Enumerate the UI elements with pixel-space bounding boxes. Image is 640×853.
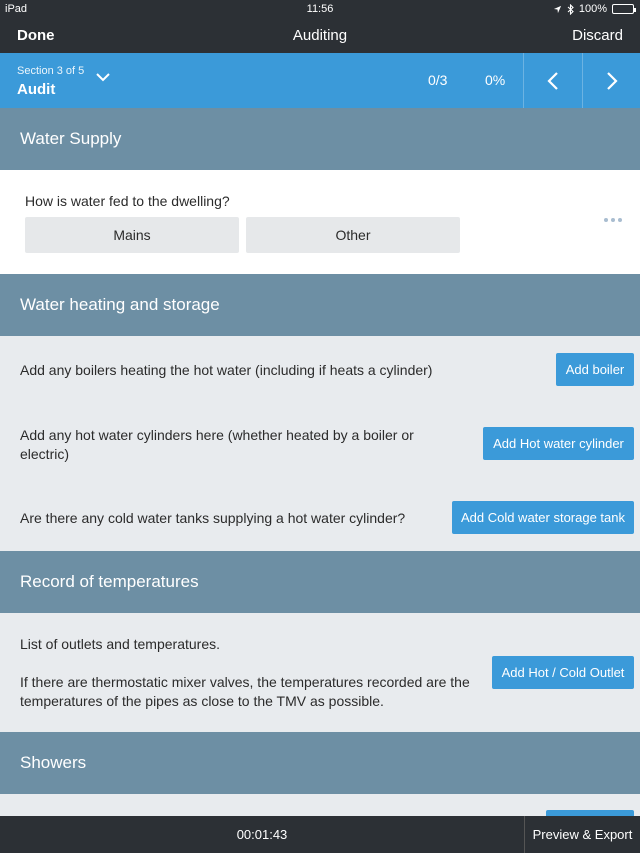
section-title: Showers	[20, 753, 87, 772]
section-header-showers: Showers	[0, 732, 640, 794]
question-text: How is water fed to the dwelling?	[25, 193, 230, 209]
section-title: Record of temperatures	[20, 572, 199, 591]
location-arrow-icon	[553, 5, 561, 13]
tmv-note-text: If there are thermostatic mixer valves, …	[20, 674, 470, 709]
section-selector[interactable]: Section 3 of 5 Audit	[0, 53, 140, 108]
preview-export-button[interactable]: Preview & Export	[524, 816, 640, 853]
completion-percent: 0%	[485, 72, 506, 88]
bottom-bar: 00:01:43 Preview & Export	[0, 816, 640, 853]
add-hot-water-cylinder-button[interactable]: Add Hot water cylinder	[483, 427, 634, 460]
section-name: Audit	[17, 81, 56, 98]
battery-icon	[612, 4, 636, 14]
chevron-down-icon	[96, 73, 110, 82]
bluetooth-icon	[567, 3, 574, 15]
cold-tanks-question: Are there any cold water tanks supplying…	[20, 510, 406, 526]
chevron-left-icon	[546, 71, 558, 90]
section-header-water-supply: Water Supply	[0, 108, 640, 170]
boilers-question: Add any boilers heating the hot water (i…	[20, 362, 433, 378]
section-bar: Section 3 of 5 Audit 0/3 0%	[0, 53, 640, 108]
option-mains-button[interactable]: Mains	[25, 217, 239, 253]
section-title: Water Supply	[20, 129, 122, 148]
status-icons: 100%	[553, 3, 636, 15]
discard-button[interactable]: Discard	[572, 27, 623, 44]
outlets-intro-text: List of outlets and temperatures.	[20, 636, 220, 652]
question-water-feed: How is water fed to the dwelling? Mains …	[0, 170, 640, 274]
section-title: Water heating and storage	[20, 295, 220, 314]
cylinders-question: Add any hot water cylinders here (whethe…	[20, 427, 414, 462]
add-cold-water-storage-tank-button[interactable]: Add Cold water storage tank	[452, 501, 634, 534]
chevron-right-icon	[606, 71, 618, 90]
question-progress: 0/3	[428, 72, 448, 88]
status-bar: iPad 11:56 100%	[0, 0, 640, 18]
add-hot-cold-outlet-button[interactable]: Add Hot / Cold Outlet	[492, 656, 634, 689]
section-header-water-heating: Water heating and storage	[0, 274, 640, 336]
elapsed-timer: 00:01:43	[236, 827, 288, 842]
battery-percent: 100%	[578, 3, 607, 15]
page-title: Auditing	[292, 27, 348, 44]
clock: 11:56	[306, 3, 334, 15]
nav-bar: Done Auditing Discard	[0, 18, 640, 53]
more-options-icon[interactable]	[604, 218, 622, 222]
next-section-button[interactable]	[582, 53, 640, 108]
option-other-button[interactable]: Other	[246, 217, 460, 253]
section-header-temperatures: Record of temperatures	[0, 551, 640, 613]
section-count: Section 3 of 5	[17, 65, 85, 77]
add-boiler-button[interactable]: Add boiler	[556, 353, 634, 386]
previous-section-button[interactable]	[523, 53, 581, 108]
